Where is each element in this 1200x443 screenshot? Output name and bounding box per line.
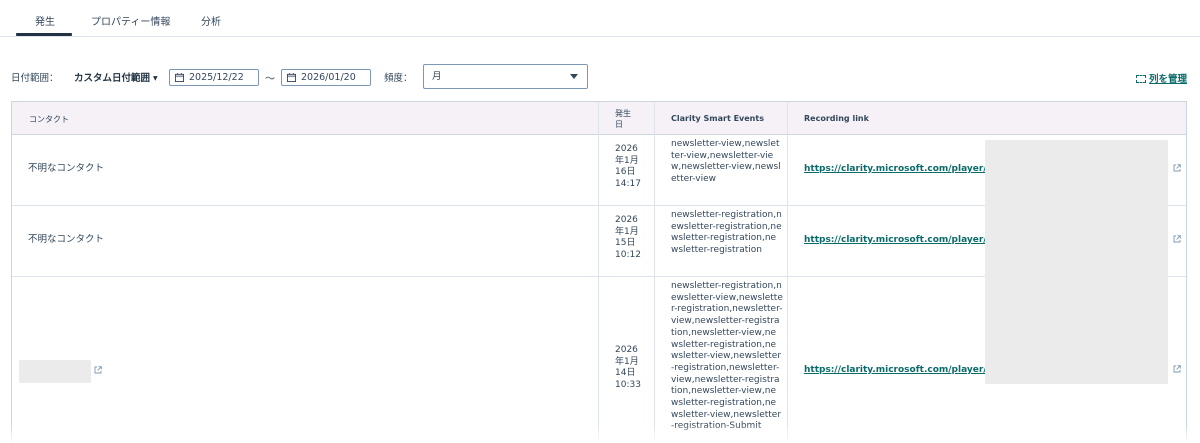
calendar-icon <box>175 73 184 82</box>
header-events[interactable]: Clarity Smart Events <box>671 114 764 123</box>
table-header: コンタクト 発生 日 Clarity Smart Events Recordin… <box>12 102 1186 135</box>
external-link-icon[interactable] <box>94 366 102 374</box>
redacted-area <box>985 140 1168 384</box>
recording-link[interactable]: https://clarity.microsoft.com/player/g <box>804 164 993 174</box>
date-month: 年1月 <box>615 226 639 237</box>
frequency-select[interactable]: 月 <box>423 64 588 89</box>
manage-columns-label: 列を管理 <box>1148 74 1187 85</box>
date-time: 14:17 <box>615 179 641 190</box>
tab-occurrence[interactable]: 発生 <box>35 13 55 28</box>
header-recording[interactable]: Recording link <box>804 114 869 123</box>
redacted-contact <box>19 360 91 383</box>
date-month: 年1月 <box>615 155 639 166</box>
smart-events: newsletter-registration,newsletter-regis… <box>671 210 782 256</box>
caret-down-icon: ▼ <box>153 75 158 82</box>
header-occurred-line2[interactable]: 日 <box>615 119 623 130</box>
smart-events: newsletter-registration,newsletter-view,… <box>671 281 783 431</box>
date-year: 2026 <box>615 215 638 225</box>
occurred-date: 2026 年1月 14日 10:33 <box>615 345 651 392</box>
tab-property-info[interactable]: プロパティー情報 <box>91 13 170 28</box>
header-contact[interactable]: コンタクト <box>29 114 69 125</box>
date-range-value: カスタム日付範囲 <box>74 73 151 84</box>
calendar-icon <box>287 73 296 82</box>
date-day: 14日 <box>615 368 636 379</box>
date-time: 10:33 <box>615 380 641 391</box>
columns-icon <box>1135 75 1146 83</box>
column-divider <box>654 102 655 443</box>
header-occurred-line1[interactable]: 発生 <box>615 108 631 119</box>
date-day: 15日 <box>615 238 636 249</box>
contact-name[interactable]: 不明なコンタクト <box>28 234 104 246</box>
date-separator: 〜 <box>265 74 275 85</box>
manage-columns-link[interactable]: 列を管理 <box>1135 71 1187 85</box>
contact-name[interactable]: 不明なコンタクト <box>28 163 104 175</box>
external-link-icon[interactable] <box>1173 365 1181 373</box>
tab-analysis[interactable]: 分析 <box>201 13 221 28</box>
active-tab-indicator <box>16 33 72 36</box>
occurred-date: 2026 年1月 15日 10:12 <box>615 215 651 262</box>
date-year: 2026 <box>615 345 638 355</box>
date-time: 10:12 <box>615 250 641 261</box>
start-date-value: 2025/12/22 <box>189 72 244 83</box>
column-divider <box>598 102 599 443</box>
external-link-icon[interactable] <box>1173 164 1181 172</box>
date-range-dropdown[interactable]: カスタム日付範囲 ▼ <box>74 70 158 84</box>
smart-events: newsletter-view,newsletter-view,newslett… <box>671 139 781 185</box>
date-month: 年1月 <box>615 356 639 367</box>
recording-link[interactable]: https://clarity.microsoft.com/player/g <box>804 235 993 245</box>
end-date-value: 2026/01/20 <box>301 72 356 83</box>
column-divider <box>787 102 788 443</box>
date-year: 2026 <box>615 144 638 154</box>
external-link-icon[interactable] <box>1173 235 1181 243</box>
tab-bar: 発生 プロパティー情報 分析 <box>0 0 1200 37</box>
dropdown-arrow-icon <box>570 74 578 79</box>
frequency-value: 月 <box>432 71 442 82</box>
end-date-input[interactable]: 2026/01/20 <box>281 69 371 86</box>
frequency-label: 頻度： <box>384 73 413 84</box>
date-range-label: 日付範囲： <box>11 73 59 84</box>
date-day: 16日 <box>615 167 636 178</box>
recording-link[interactable]: https://clarity.microsoft.com/player/g <box>804 365 993 375</box>
occurred-date: 2026 年1月 16日 14:17 <box>615 144 651 191</box>
scroll-fade <box>0 424 1200 443</box>
start-date-input[interactable]: 2025/12/22 <box>169 69 259 86</box>
